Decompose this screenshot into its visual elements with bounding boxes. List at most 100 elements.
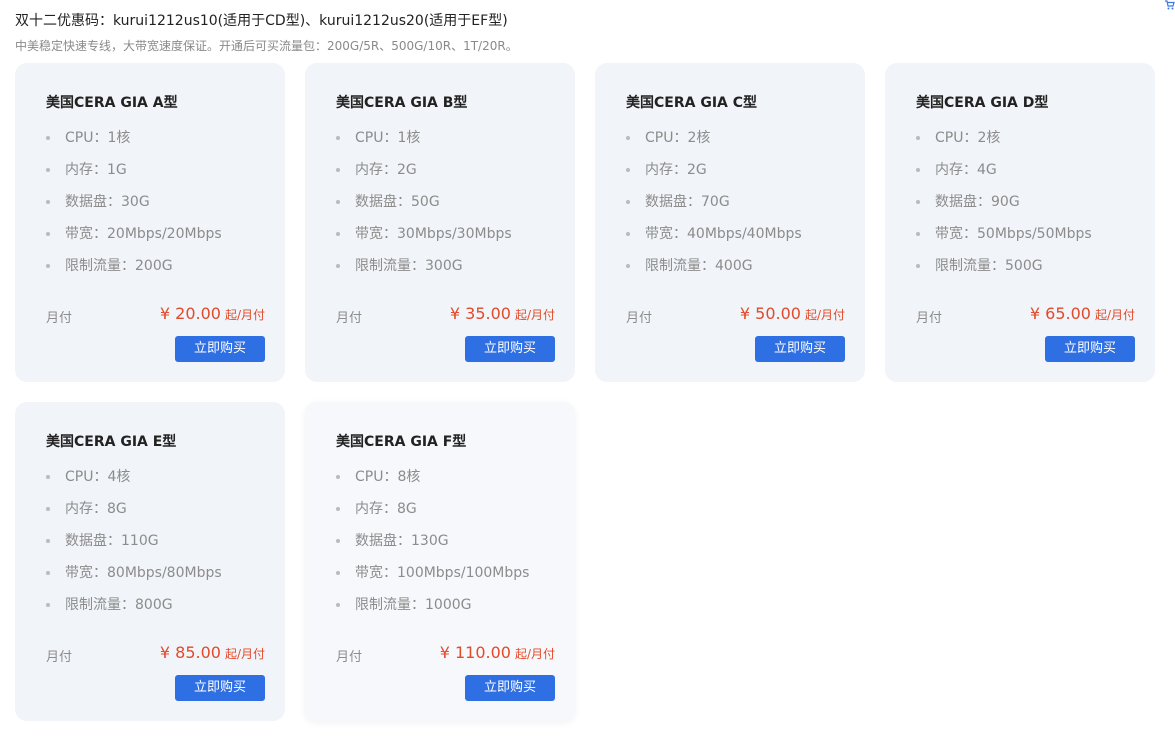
spec-item-memory: 内存：8G	[336, 493, 529, 525]
buy-now-button[interactable]: 立即购买	[175, 336, 265, 362]
spec-text: 内存：2G	[645, 162, 707, 178]
price-unit: 起/月付	[804, 308, 845, 322]
billing-cycle: 月付	[916, 311, 943, 326]
bullet-dot	[916, 136, 920, 140]
plan-title: 美国CERA GIA C型	[626, 95, 758, 111]
price: ¥ 50.00 起/月付	[740, 304, 845, 323]
price: ¥ 110.00 起/月付	[440, 643, 555, 662]
spec-text: 限制流量：300G	[355, 258, 463, 274]
spec-item-cpu: CPU：8核	[336, 461, 529, 493]
spec-item-disk: 数据盘：90G	[916, 186, 1092, 218]
price: ¥ 85.00 起/月付	[160, 643, 265, 662]
spec-list: CPU：8核 内存：8G 数据盘：130G 带宽：100Mbps/100Mbps…	[336, 461, 529, 621]
plan-card-f: 美国CERA GIA F型 CPU：8核 内存：8G 数据盘：130G 带宽：1…	[305, 402, 575, 721]
bullet-dot	[46, 507, 50, 511]
spec-item-bandwidth: 带宽：50Mbps/50Mbps	[916, 218, 1092, 250]
plan-title: 美国CERA GIA D型	[916, 95, 1049, 111]
bullet-dot	[46, 264, 50, 268]
bullet-dot	[46, 136, 50, 140]
spec-list: CPU：1核 内存：2G 数据盘：50G 带宽：30Mbps/30Mbps 限制…	[336, 122, 512, 282]
bullet-dot	[336, 539, 340, 543]
spec-item-memory: 内存：4G	[916, 154, 1092, 186]
spec-text: 内存：8G	[355, 501, 417, 517]
bullet-dot	[336, 475, 340, 479]
spec-item-cpu: CPU：2核	[916, 122, 1092, 154]
bullet-dot	[336, 232, 340, 236]
price-amount: ¥ 110.00	[439, 643, 511, 662]
price-unit: 起/月付	[1094, 308, 1135, 322]
buy-now-button[interactable]: 立即购买	[175, 675, 265, 701]
spec-text: 内存：4G	[935, 162, 997, 178]
spec-item-traffic: 限制流量：800G	[46, 589, 222, 621]
bullet-dot	[336, 603, 340, 607]
price: ¥ 65.00 起/月付	[1030, 304, 1135, 323]
spec-item-disk: 数据盘：50G	[336, 186, 512, 218]
spec-text: 数据盘：110G	[65, 533, 159, 549]
price-amount: ¥ 85.00	[159, 643, 221, 662]
spec-item-traffic: 限制流量：500G	[916, 250, 1092, 282]
shopping-cart-icon[interactable]	[1165, 0, 1175, 10]
spec-text: CPU：8核	[355, 469, 421, 485]
spec-text: 限制流量：200G	[65, 258, 173, 274]
spec-text: 内存：2G	[355, 162, 417, 178]
price-amount: ¥ 35.00	[449, 304, 511, 323]
bullet-dot	[626, 264, 630, 268]
spec-text: 带宽：40Mbps/40Mbps	[645, 226, 802, 242]
buy-now-button[interactable]: 立即购买	[755, 336, 845, 362]
spec-text: 带宽：80Mbps/80Mbps	[65, 565, 222, 581]
bullet-dot	[336, 571, 340, 575]
spec-text: 带宽：30Mbps/30Mbps	[355, 226, 512, 242]
spec-list: CPU：2核 内存：2G 数据盘：70G 带宽：40Mbps/40Mbps 限制…	[626, 122, 802, 282]
spec-text: 带宽：50Mbps/50Mbps	[935, 226, 1092, 242]
spec-list: CPU：4核 内存：8G 数据盘：110G 带宽：80Mbps/80Mbps 限…	[46, 461, 222, 621]
buy-now-button[interactable]: 立即购买	[465, 675, 555, 701]
buy-now-button[interactable]: 立即购买	[1045, 336, 1135, 362]
plan-title: 美国CERA GIA E型	[46, 434, 177, 450]
spec-text: 内存：8G	[65, 501, 127, 517]
spec-item-disk: 数据盘：110G	[46, 525, 222, 557]
bullet-dot	[626, 168, 630, 172]
spec-list: CPU：2核 内存：4G 数据盘：90G 带宽：50Mbps/50Mbps 限制…	[916, 122, 1092, 282]
spec-item-bandwidth: 带宽：80Mbps/80Mbps	[46, 557, 222, 589]
spec-item-traffic: 限制流量：1000G	[336, 589, 529, 621]
buy-now-button[interactable]: 立即购买	[465, 336, 555, 362]
spec-item-bandwidth: 带宽：20Mbps/20Mbps	[46, 218, 222, 250]
spec-item-traffic: 限制流量：400G	[626, 250, 802, 282]
spec-text: 数据盘：70G	[645, 194, 730, 210]
bullet-dot	[626, 232, 630, 236]
bullet-dot	[46, 200, 50, 204]
spec-text: 内存：1G	[65, 162, 127, 178]
promo-subtitle: 中美稳定快速专线，大带宽速度保证。开通后可买流量包：200G/5R、500G/1…	[15, 39, 518, 53]
bullet-dot	[916, 168, 920, 172]
spec-text: 限制流量：500G	[935, 258, 1043, 274]
spec-item-cpu: CPU：4核	[46, 461, 222, 493]
spec-item-disk: 数据盘：130G	[336, 525, 529, 557]
price-unit: 起/月付	[224, 647, 265, 661]
bullet-dot	[916, 200, 920, 204]
spec-text: 限制流量：800G	[65, 597, 173, 613]
price-amount: ¥ 20.00	[159, 304, 221, 323]
billing-cycle: 月付	[336, 650, 363, 665]
price-unit: 起/月付	[514, 647, 555, 661]
bullet-dot	[46, 232, 50, 236]
spec-item-disk: 数据盘：30G	[46, 186, 222, 218]
plan-title: 美国CERA GIA B型	[336, 95, 468, 111]
spec-text: 数据盘：30G	[65, 194, 150, 210]
spec-text: CPU：1核	[355, 130, 421, 146]
price-unit: 起/月付	[224, 308, 265, 322]
spec-text: 数据盘：50G	[355, 194, 440, 210]
spec-text: CPU：4核	[65, 469, 131, 485]
spec-text: CPU：2核	[645, 130, 711, 146]
spec-item-bandwidth: 带宽：40Mbps/40Mbps	[626, 218, 802, 250]
spec-text: CPU：2核	[935, 130, 1001, 146]
plan-title: 美国CERA GIA A型	[46, 95, 178, 111]
plans-page: 双十二优惠码：kurui1212us10(适用于CD型)、kurui1212us…	[0, 0, 1175, 751]
billing-cycle: 月付	[336, 311, 363, 326]
bullet-dot	[46, 475, 50, 479]
bullet-dot	[46, 168, 50, 172]
spec-item-bandwidth: 带宽：30Mbps/30Mbps	[336, 218, 512, 250]
bullet-dot	[336, 136, 340, 140]
plan-card-b: 美国CERA GIA B型 CPU：1核 内存：2G 数据盘：50G 带宽：30…	[305, 63, 575, 382]
billing-cycle: 月付	[46, 311, 73, 326]
price-amount: ¥ 65.00	[1029, 304, 1091, 323]
